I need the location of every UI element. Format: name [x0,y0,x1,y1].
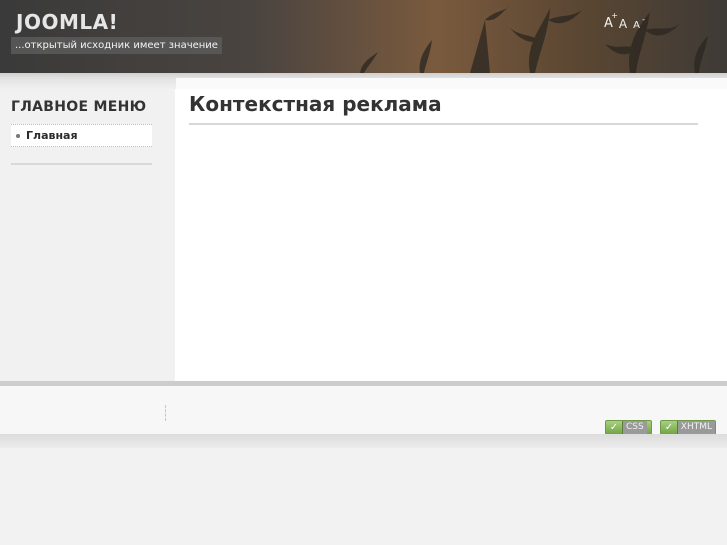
reset-font-button[interactable]: A [619,17,627,31]
valid-xhtml-badge[interactable]: ✓ XHTML [660,420,716,435]
main-menu-title: ГЛАВНОЕ МЕНЮ [11,99,147,115]
menu-divider [11,163,152,165]
css-badge-label: CSS [622,421,647,434]
site-title[interactable]: JOOMLA! [16,10,118,34]
increase-font-plus: + [611,11,618,20]
decrease-font-minus: - [642,15,645,24]
foliage-decoration [360,5,708,73]
footer-separator [165,405,166,421]
menu-item-label: Главная [26,129,78,142]
left-sidebar: ГЛАВНОЕ МЕНЮ Главная [0,89,175,381]
bottom-shade [0,434,727,448]
header-banner: JOOMLA! ...открытый исходник имеет значе… [0,0,727,73]
content-top-edge [176,78,727,89]
decrease-font-button[interactable]: A- [633,15,645,31]
check-icon: ✓ [664,422,674,433]
check-icon: ✓ [609,422,619,433]
header-shadow-strip [0,73,727,89]
page-title: Контекстная реклама [189,92,442,116]
main-content: Контекстная реклама [175,89,727,381]
menu-item-home[interactable]: Главная [11,124,152,147]
valid-css-badge[interactable]: ✓ CSS [605,420,652,435]
site-slogan: ...открытый исходник имеет значение [11,37,222,54]
title-divider [189,123,698,125]
increase-font-button[interactable]: A + [604,11,618,31]
decrease-font-letter: A [633,20,640,31]
xhtml-badge-label: XHTML [676,421,715,434]
page-bottom-area [0,434,727,545]
footer: ✓ CSS ✓ XHTML [0,386,727,435]
font-size-controls: A + A A- [604,11,645,31]
bullet-icon [16,134,20,138]
